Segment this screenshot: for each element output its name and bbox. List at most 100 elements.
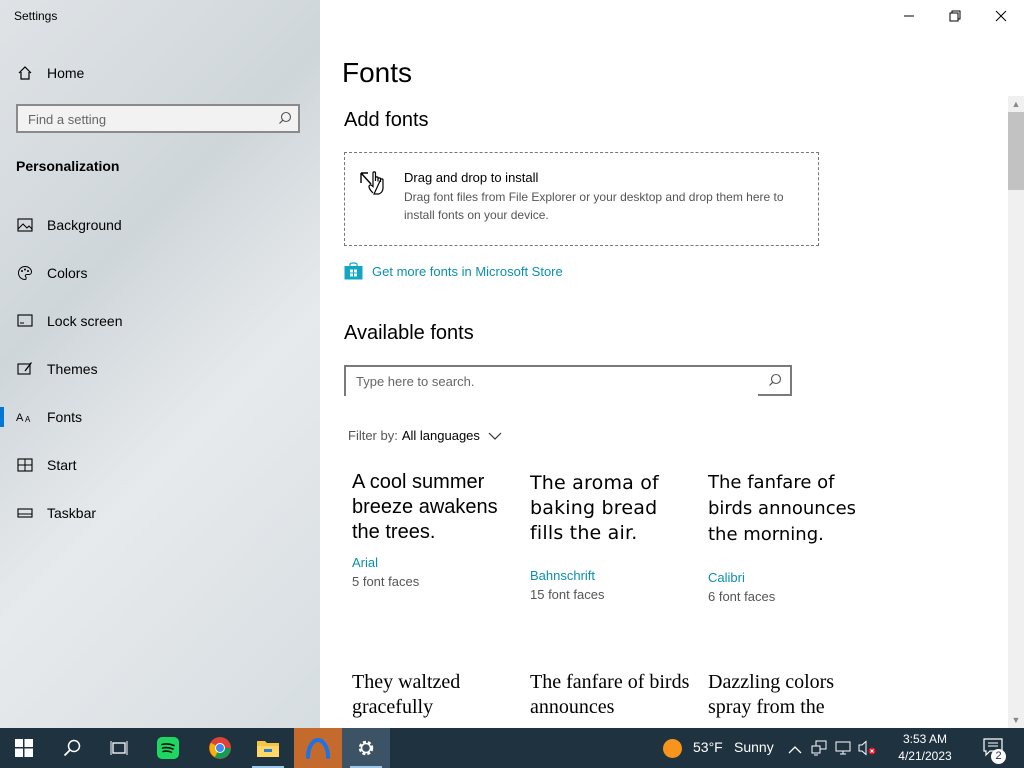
scroll-up-arrow[interactable]: ▲	[1011, 99, 1021, 109]
search-icon[interactable]	[768, 373, 782, 392]
app-button-active[interactable]	[294, 728, 342, 768]
folder-icon	[257, 741, 279, 757]
add-fonts-heading: Add fonts	[344, 109, 429, 131]
spotify-icon	[157, 737, 179, 759]
minimize-icon	[904, 15, 914, 17]
font-search-input[interactable]	[346, 367, 758, 396]
sidebar-item-label: Background	[47, 217, 122, 233]
font-face-count: 5 font faces	[352, 574, 420, 589]
clock-time: 3:53 AM	[902, 732, 948, 746]
taskbar-search-button[interactable]	[48, 728, 96, 768]
find-setting-input[interactable]	[18, 106, 270, 133]
chrome-icon	[209, 737, 231, 759]
sidebar-item-start[interactable]: Start	[0, 445, 320, 485]
sidebar-item-background[interactable]: Background	[0, 205, 320, 245]
font-card[interactable]: The fanfare of birds announces	[530, 670, 690, 720]
filter-label: Filter by:	[348, 428, 398, 443]
language-filter-dropdown[interactable]: Filter by: All languages	[348, 428, 502, 443]
restore-button[interactable]	[932, 0, 978, 32]
microsoft-store-link[interactable]: Get more fonts in Microsoft Store	[344, 262, 563, 280]
close-icon	[995, 10, 1007, 22]
arc-app-icon	[306, 737, 330, 759]
weather-temperature[interactable]: 53°F	[693, 739, 723, 755]
font-drop-zone[interactable]: Drag and drop to install Drag font files…	[344, 152, 819, 246]
minimize-button[interactable]	[886, 0, 932, 32]
font-card-row-clip: They waltzed gracefully The fanfare of b…	[320, 660, 1008, 728]
font-name: Bahnschrift	[530, 568, 596, 583]
chrome-app-button[interactable]	[196, 728, 244, 768]
close-button[interactable]	[978, 0, 1024, 32]
font-face-count: 6 font faces	[708, 589, 776, 604]
app-title: Settings	[14, 9, 58, 23]
font-sample-text: Dazzling colors spray from the	[708, 671, 835, 718]
task-view-icon	[110, 741, 128, 755]
themes-icon	[16, 360, 34, 378]
store-bag-icon	[344, 262, 363, 280]
taskbar: 53°F Sunny 3:53 AM 4/21/2023 2	[0, 728, 1024, 768]
sidebar-item-label: Start	[47, 457, 77, 473]
notification-count-badge: 2	[991, 749, 1006, 764]
font-sample-text: A cool summer breeze awakens the trees.	[352, 471, 498, 543]
start-button[interactable]	[0, 728, 48, 768]
sidebar-item-label: Themes	[47, 361, 98, 377]
hand-pointer-icon	[359, 167, 393, 202]
chevron-up-icon[interactable]	[788, 742, 802, 760]
sidebar-item-label: Colors	[47, 265, 88, 281]
volume-muted-icon[interactable]	[858, 740, 876, 761]
font-sample-text: They waltzed gracefully	[352, 671, 461, 718]
search-icon	[63, 739, 81, 757]
sidebar-item-label: Lock screen	[47, 313, 123, 329]
restore-icon	[949, 10, 961, 22]
weather-sun-icon[interactable]	[662, 738, 683, 764]
sidebar-item-themes[interactable]: Themes	[0, 349, 320, 389]
task-view-button[interactable]	[96, 728, 144, 768]
vertical-scrollbar[interactable]: ▲ ▼	[1008, 96, 1024, 728]
file-explorer-button[interactable]	[244, 728, 292, 768]
picture-icon	[16, 216, 34, 234]
sidebar-item-label: Fonts	[47, 409, 83, 425]
search-icon[interactable]	[278, 111, 292, 130]
font-card[interactable]: They waltzed gracefully	[352, 670, 512, 720]
scroll-thumb[interactable]	[1008, 112, 1024, 190]
find-setting-search[interactable]	[16, 104, 300, 133]
drop-description: Drag font files from File Explorer or yo…	[404, 190, 784, 222]
display-icon[interactable]	[835, 740, 851, 761]
font-card-bahnschrift[interactable]: The aroma of baking bread fills the air.…	[530, 471, 690, 602]
font-search-box[interactable]	[344, 365, 792, 396]
network-icon[interactable]	[811, 740, 827, 761]
settings-app-button[interactable]	[342, 728, 390, 768]
drop-title: Drag and drop to install	[404, 170, 539, 185]
sidebar-item-lock-screen[interactable]: Lock screen	[0, 301, 320, 341]
font-card[interactable]: Dazzling colors spray from the	[708, 670, 868, 720]
font-sample-text: The aroma of baking bread fills the air.	[530, 472, 659, 544]
sidebar-item-home[interactable]: Home	[0, 53, 320, 93]
weather-condition[interactable]: Sunny	[734, 739, 774, 755]
chevron-down-icon	[488, 432, 502, 440]
clock[interactable]: 3:53 AM 4/21/2023	[886, 731, 964, 765]
spotify-app-button[interactable]	[144, 728, 192, 768]
store-link-text[interactable]: Get more fonts in Microsoft Store	[372, 264, 563, 279]
font-card-arial[interactable]: A cool summer breeze awakens the trees. …	[352, 470, 512, 589]
font-name: Calibri	[708, 570, 745, 585]
sidebar-item-taskbar[interactable]: Taskbar	[0, 493, 320, 533]
lock-screen-icon	[16, 312, 34, 330]
sidebar-item-colors[interactable]: Colors	[0, 253, 320, 293]
section-heading: Personalization	[16, 158, 120, 174]
sidebar-item-label: Home	[47, 65, 85, 81]
home-icon	[16, 64, 34, 82]
font-card-calibri[interactable]: The fanfare of birds announces the morni…	[708, 470, 868, 604]
settings-sidebar: Settings Home Personalization Background…	[0, 0, 320, 728]
scroll-down-arrow[interactable]: ▼	[1011, 715, 1021, 725]
font-face-count: 15 font faces	[530, 587, 605, 602]
available-fonts-heading: Available fonts	[344, 322, 474, 344]
font-icon: AA	[16, 408, 34, 426]
clock-date: 4/21/2023	[898, 749, 952, 763]
filter-value[interactable]: All languages	[402, 428, 480, 443]
gear-icon	[358, 740, 374, 756]
sidebar-item-label: Taskbar	[47, 505, 97, 521]
windows-logo-icon	[15, 739, 33, 757]
taskbar-icon	[16, 504, 34, 522]
sidebar-item-fonts[interactable]: AA Fonts	[0, 397, 320, 437]
start-grid-icon	[16, 456, 34, 474]
font-sample-text: The fanfare of birds announces	[530, 671, 690, 718]
